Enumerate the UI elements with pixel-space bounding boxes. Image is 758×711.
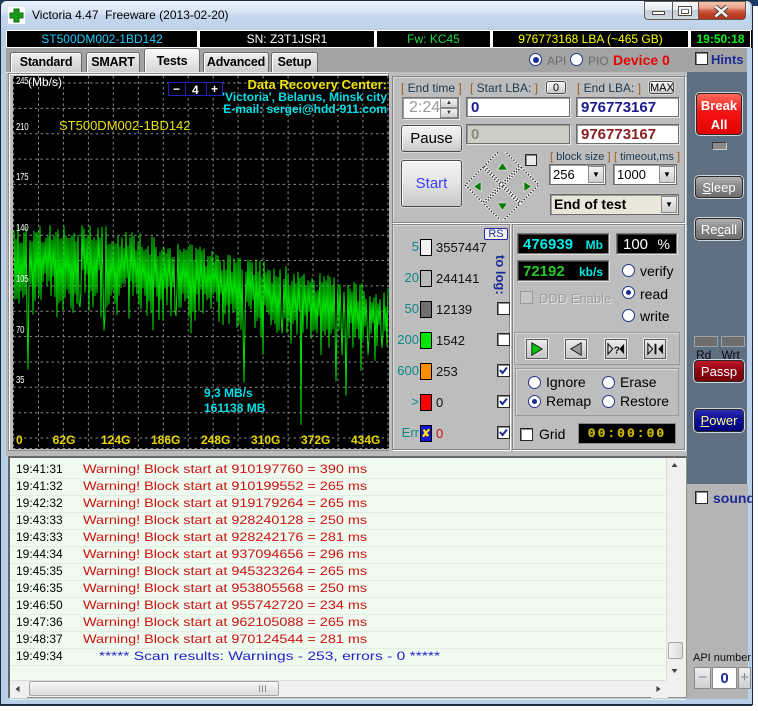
- svg-text:?: ?: [614, 345, 620, 356]
